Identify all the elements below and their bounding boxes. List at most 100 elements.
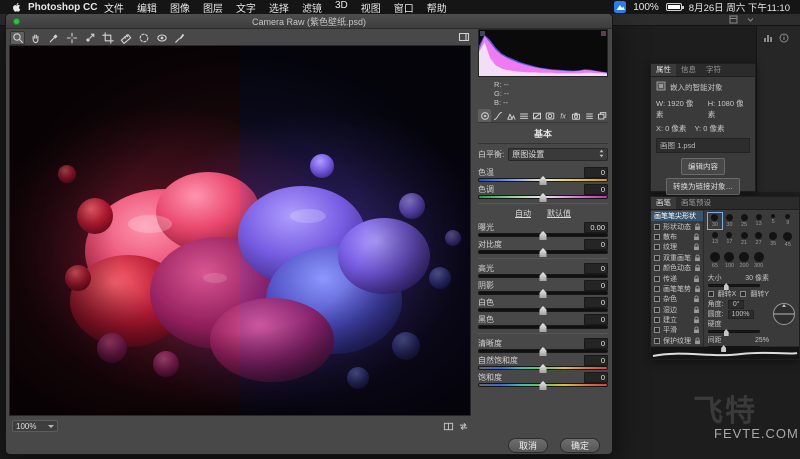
slider-thumb[interactable] (540, 381, 547, 390)
brush-preset[interactable]: 5 (766, 213, 781, 229)
slider-value-input[interactable]: 0 (584, 372, 608, 383)
menubar-menu-7[interactable]: 滤镜 (295, 0, 328, 15)
slider-value-input[interactable]: 0.00 (584, 222, 608, 233)
menubar-menu-3[interactable]: 图像 (163, 0, 196, 15)
brush-preset[interactable]: 25 (737, 213, 752, 229)
flip-x-checkbox[interactable] (708, 291, 714, 297)
brush-tab-2[interactable]: 画笔预设 (676, 197, 716, 209)
info-panel-icon[interactable] (779, 30, 789, 192)
angle-value[interactable]: 0° (728, 300, 744, 309)
checkbox[interactable] (654, 265, 660, 271)
dialog-titlebar[interactable]: Camera Raw (紫色壁纸.psd) (6, 14, 612, 29)
hardness-slider[interactable] (708, 330, 760, 333)
tone-curve-tab[interactable] (491, 109, 504, 122)
app-icon-blue[interactable] (614, 1, 626, 13)
detail-tab[interactable] (504, 109, 517, 122)
slider-thumb[interactable] (724, 283, 729, 290)
brush-preset[interactable]: 200 (737, 251, 752, 270)
checkbox[interactable] (654, 224, 660, 230)
edit-contents-button[interactable]: 编辑内容 (681, 158, 725, 175)
color-sampler-tool-icon[interactable] (64, 31, 79, 45)
checkbox[interactable] (654, 234, 660, 240)
camera-calibration-tab[interactable] (569, 109, 582, 122)
checkbox[interactable] (654, 286, 660, 292)
brush-setting-item[interactable]: 保护纹理 (651, 336, 703, 346)
default-link[interactable]: 默认值 (547, 208, 571, 219)
brush-size-slider[interactable] (708, 284, 760, 287)
menubar-menu-11[interactable]: 帮助 (420, 0, 453, 15)
checkbox[interactable] (654, 244, 660, 250)
checkbox[interactable] (654, 255, 660, 261)
menubar-menu-2[interactable]: 编辑 (130, 0, 163, 15)
slider-thumb[interactable] (540, 248, 547, 257)
brush-setting-item[interactable]: 双重画笔 (651, 253, 703, 263)
spacing-value[interactable]: 25% (755, 337, 769, 344)
brush-size-value[interactable]: 30 像素 (745, 273, 769, 283)
spot-removal-tool-icon[interactable] (136, 31, 151, 45)
before-after-view-icon[interactable] (443, 421, 454, 432)
adjustment-brush-tool-icon[interactable] (172, 31, 187, 45)
brush-preset[interactable]: 300 (751, 251, 766, 270)
crop-tool-icon[interactable] (100, 31, 115, 45)
brush-setting-item[interactable]: 湿边 (651, 305, 703, 315)
toggle-panel-icon[interactable] (456, 30, 471, 44)
roundness-value[interactable]: 100% (728, 310, 754, 319)
width-value[interactable]: W: 1920 像素 (656, 98, 700, 120)
slider-track[interactable] (478, 366, 608, 370)
targeted-adjustment-tool-icon[interactable] (82, 31, 97, 45)
brush-setting-item[interactable]: 传递 (651, 273, 703, 283)
properties-tab-2[interactable]: 信息 (676, 64, 701, 76)
brush-preset[interactable]: 9 (780, 213, 795, 229)
x-value[interactable]: X: 0 像素 (656, 123, 686, 134)
menubar-menu-1[interactable]: 文件 (97, 0, 130, 15)
image-preview[interactable] (9, 45, 471, 416)
straighten-tool-icon[interactable] (118, 31, 133, 45)
slider-track[interactable] (478, 178, 608, 182)
menubar-menu-5[interactable]: 文字 (229, 0, 262, 15)
histogram[interactable] (478, 29, 608, 77)
brush-setting-item[interactable]: 形状动态 (651, 221, 703, 231)
properties-tab-3[interactable]: 字符 (701, 64, 726, 76)
slider-value-input[interactable]: 0 (584, 280, 608, 291)
hsl-grayscale-tab[interactable] (517, 109, 530, 122)
slider-value-input[interactable]: 0 (584, 167, 608, 178)
slider-value-input[interactable]: 0 (584, 355, 608, 366)
brush-preset[interactable]: 65 (708, 251, 723, 270)
checkbox[interactable] (654, 317, 660, 323)
slider-value-input[interactable]: 0 (584, 338, 608, 349)
slider-track[interactable] (478, 325, 608, 329)
workspace-panel-icon[interactable] (729, 15, 738, 24)
slider-thumb[interactable] (540, 272, 547, 281)
brush-setting-item[interactable]: 颜色动态 (651, 263, 703, 273)
slider-thumb[interactable] (540, 306, 547, 315)
swap-settings-icon[interactable] (458, 421, 469, 432)
slider-thumb[interactable] (540, 231, 547, 240)
slider-thumb[interactable] (540, 289, 547, 298)
slider-track[interactable] (478, 274, 608, 278)
apple-menu-icon[interactable] (10, 1, 21, 13)
brush-setting-item[interactable]: 平滑 (651, 325, 703, 335)
menubar-menu-8[interactable]: 3D (328, 0, 354, 15)
auto-link[interactable]: 自动 (515, 208, 531, 219)
slider-thumb[interactable] (540, 176, 547, 185)
slider-thumb[interactable] (540, 347, 547, 356)
slider-value-input[interactable]: 0 (584, 314, 608, 325)
white-balance-select[interactable]: 原图设置 (508, 148, 608, 161)
slider-value-input[interactable]: 0 (584, 239, 608, 250)
brush-tab-1[interactable]: 画笔 (651, 197, 676, 209)
slider-track[interactable] (478, 291, 608, 295)
cancel-button[interactable]: 取消 (508, 438, 548, 453)
white-balance-tool-icon[interactable] (46, 31, 61, 45)
lens-corrections-tab[interactable] (543, 109, 556, 122)
checkbox[interactable] (654, 327, 660, 333)
hand-tool-icon[interactable] (28, 31, 43, 45)
brush-preset[interactable]: 30 (722, 213, 737, 229)
brush-setting-item[interactable]: 建立 (651, 315, 703, 325)
slider-thumb[interactable] (540, 323, 547, 332)
collapse-panels-icon[interactable] (746, 15, 755, 24)
menubar-menu-9[interactable]: 视图 (354, 0, 387, 15)
flip-y-checkbox[interactable] (740, 291, 746, 297)
checkbox[interactable] (654, 307, 660, 313)
slider-thumb[interactable] (540, 193, 547, 202)
brush-setting-item[interactable]: 画笔笔尖形状 (651, 211, 703, 221)
